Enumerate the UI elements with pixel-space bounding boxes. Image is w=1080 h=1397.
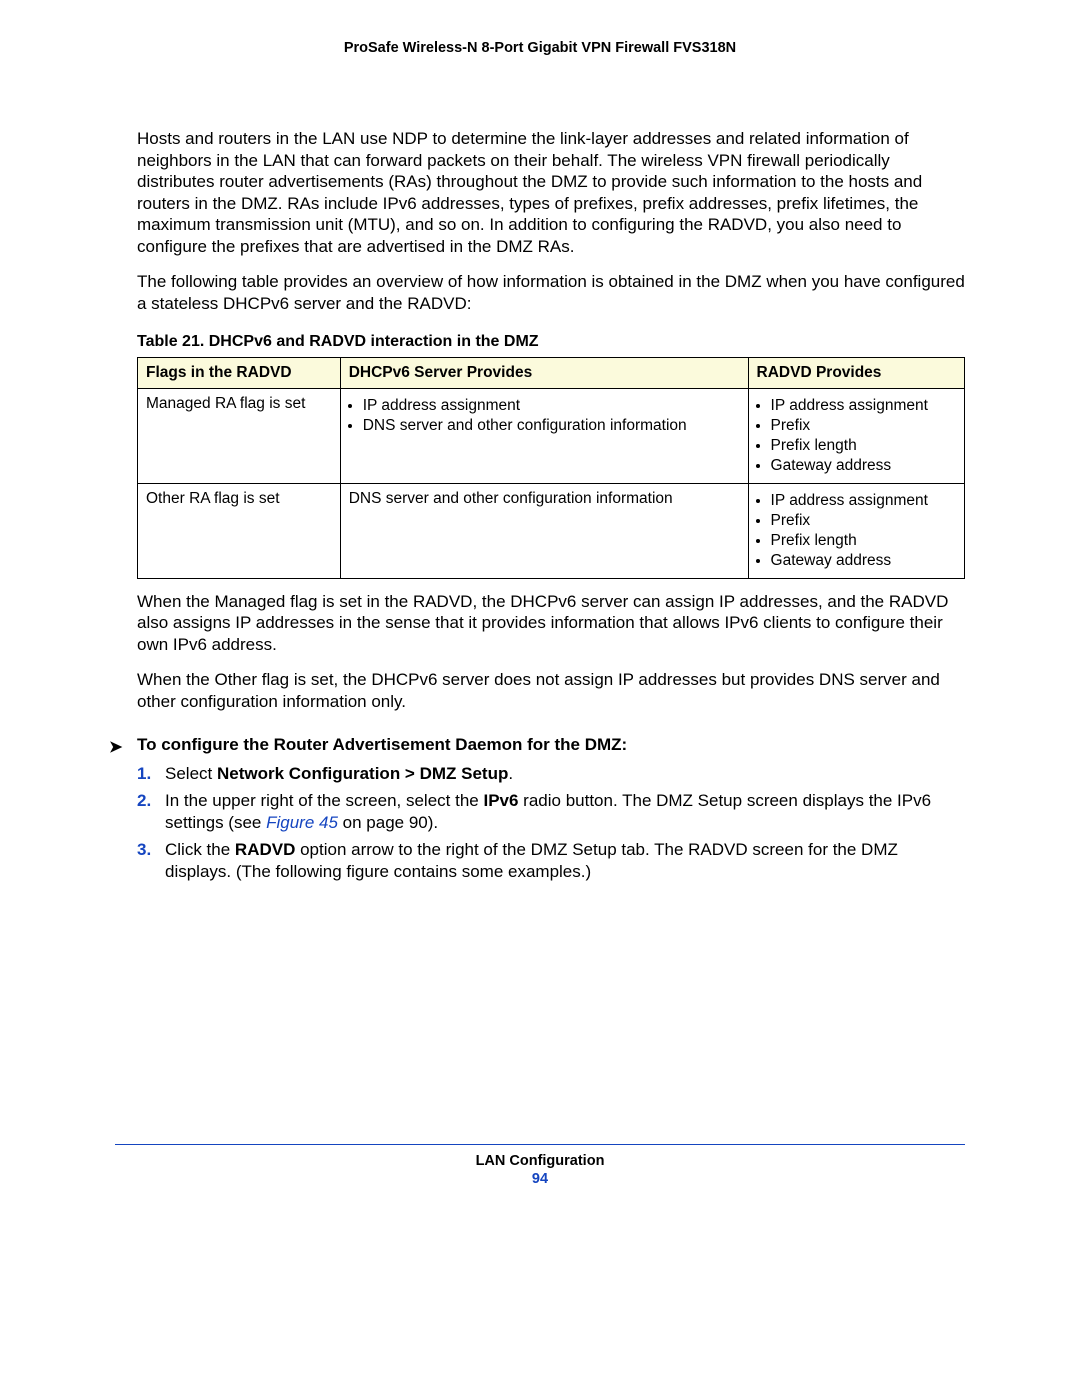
step-bold: RADVD [235,840,295,859]
list-item: IP address assignment [771,492,956,510]
list-item: Gateway address [771,457,956,475]
step-text: . [508,764,513,783]
procedure-heading-text: To configure the Router Advertisement Da… [137,735,627,754]
list-item: Prefix length [771,437,956,455]
paragraph-intro: Hosts and routers in the LAN use NDP to … [137,128,965,257]
cell-dhcp: DNS server and other configuration infor… [340,483,748,578]
list-item: Gateway address [771,552,956,570]
paragraph-other: When the Other flag is set, the DHCPv6 s… [137,669,965,712]
list-item: Prefix [771,512,956,530]
running-header: ProSafe Wireless-N 8-Port Gigabit VPN Fi… [115,40,965,56]
step-3: Click the RADVD option arrow to the righ… [137,839,965,882]
th-dhcpv6: DHCPv6 Server Provides [340,357,748,388]
content-area: Hosts and routers in the LAN use NDP to … [115,128,965,882]
list-item: Prefix length [771,532,956,550]
table-row: Other RA flag is set DNS server and othe… [138,483,965,578]
paragraph-managed: When the Managed flag is set in the RADV… [137,591,965,656]
page-number: 94 [115,1171,965,1187]
cell-radvd: IP address assignment Prefix Prefix leng… [748,483,964,578]
chevron-right-icon: ➤ [109,737,122,757]
step-text: Click the [165,840,235,859]
th-flags: Flags in the RADVD [138,357,341,388]
table-header-row: Flags in the RADVD DHCPv6 Server Provide… [138,357,965,388]
th-radvd: RADVD Provides [748,357,964,388]
step-1: Select Network Configuration > DMZ Setup… [137,763,965,785]
list-item: IP address assignment [363,397,740,415]
cell-flag: Managed RA flag is set [138,388,341,483]
list-item: DNS server and other configuration infor… [363,417,740,435]
procedure-heading: ➤ To configure the Router Advertisement … [137,735,965,755]
page-footer: LAN Configuration 94 [115,1144,965,1187]
step-text: In the upper right of the screen, select… [165,791,483,810]
paragraph-table-lead: The following table provides an overview… [137,271,965,314]
list-item: IP address assignment [771,397,956,415]
figure-reference[interactable]: Figure 45 [266,813,338,832]
step-text: on page 90). [338,813,438,832]
step-bold: Network Configuration > DMZ Setup [217,764,508,783]
step-bold: IPv6 [483,791,518,810]
step-text: Select [165,764,217,783]
table-caption: Table 21. DHCPv6 and RADVD interaction i… [137,333,965,351]
step-2: In the upper right of the screen, select… [137,790,965,833]
cell-radvd: IP address assignment Prefix Prefix leng… [748,388,964,483]
cell-flag: Other RA flag is set [138,483,341,578]
dhcp-radvd-table: Flags in the RADVD DHCPv6 Server Provide… [137,357,965,579]
cell-dhcp: IP address assignment DNS server and oth… [340,388,748,483]
table-row: Managed RA flag is set IP address assign… [138,388,965,483]
footer-section: LAN Configuration [476,1153,605,1169]
procedure-steps: Select Network Configuration > DMZ Setup… [137,763,965,883]
list-item: Prefix [771,417,956,435]
page: ProSafe Wireless-N 8-Port Gigabit VPN Fi… [0,0,1080,1397]
